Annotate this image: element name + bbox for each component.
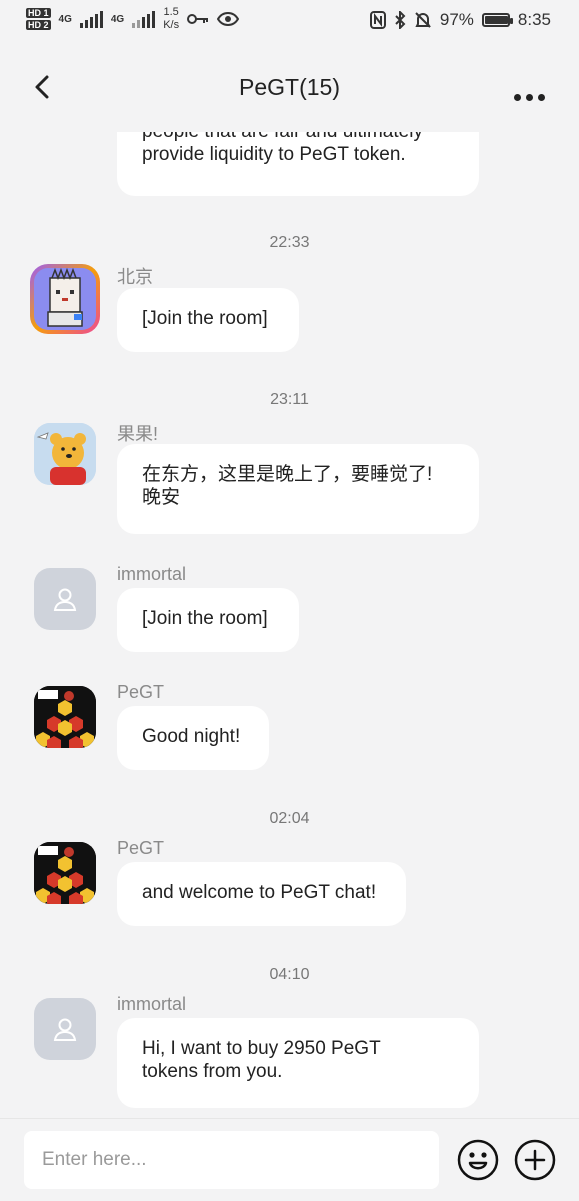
chat-header: PeGT(15) [0, 44, 579, 132]
user-icon [53, 588, 77, 611]
smiley-face-icon [457, 1139, 499, 1181]
sender-name: immortal [117, 564, 187, 584]
signal-icon [79, 10, 103, 28]
status-bar: HD 1 HD 2 4G 4G 1.5 K/s 97% 8:35 [0, 0, 579, 44]
message-bubble-partial: people that are fair and ultimately prov… [117, 132, 479, 196]
network-label-1: 4G [58, 13, 72, 25]
sender-name: PeGT [117, 838, 165, 858]
battery-percent: 97% [439, 10, 474, 29]
message-bubble[interactable]: [Join the room] [117, 288, 299, 352]
bluetooth-icon [395, 11, 406, 29]
network-speed: 1.5 K/s [163, 6, 179, 32]
pegt-avatar-icon [34, 842, 96, 904]
emoji-button[interactable] [457, 1139, 499, 1181]
nfc-icon [369, 11, 386, 29]
avatar-pegt[interactable] [34, 842, 96, 904]
avatar-guoguo[interactable] [34, 423, 96, 485]
speed-value: 1.5 [163, 6, 179, 18]
message-bubble[interactable]: Hi, I want to buy 2950 PeGT tokens from … [117, 1018, 479, 1108]
plus-circle-icon [514, 1139, 556, 1181]
bell-off-icon [415, 12, 431, 28]
avatar-immortal[interactable] [34, 998, 96, 1060]
bear-avatar-icon [34, 423, 96, 485]
hd-badges: HD 1 HD 2 [26, 8, 51, 30]
sender-name: PeGT [117, 682, 165, 702]
message-bubble[interactable]: 在东方，这里是晚上了，要睡觉了! 晚安 [117, 444, 479, 534]
timestamp: 23:11 [270, 391, 309, 408]
timestamp: 04:10 [269, 966, 310, 983]
add-attachment-button[interactable] [514, 1139, 556, 1181]
message-list[interactable]: people that are fair and ultimately prov… [0, 132, 579, 1117]
status-left: HD 1 HD 2 4G 4G 1.5 K/s [26, 6, 240, 32]
hd1-badge: HD 1 [26, 8, 51, 18]
more-dots-icon [514, 94, 521, 101]
message-input[interactable] [24, 1131, 439, 1189]
message-bubble[interactable]: and welcome to PeGT chat! [117, 862, 406, 926]
avatar-beijing[interactable] [30, 264, 100, 334]
timestamp: 02:04 [269, 810, 310, 827]
signal-icon-2 [132, 10, 156, 28]
sender-name: immortal [117, 994, 187, 1014]
hd2-badge: HD 2 [26, 20, 51, 30]
sender-name: 北京 [117, 267, 153, 287]
avatar-pegt[interactable] [34, 686, 96, 748]
chat-title: PeGT(15) [239, 74, 340, 100]
sender-name: 果果! [117, 424, 159, 444]
pegt-avatar-icon [34, 686, 96, 748]
key-icon [187, 14, 209, 24]
clock: 8:35 [517, 10, 551, 29]
more-options-button[interactable] [514, 94, 545, 101]
avatar-immortal[interactable] [34, 568, 96, 630]
message-bubble[interactable]: [Join the room] [117, 588, 299, 652]
message-bubble[interactable]: Good night! [117, 706, 269, 770]
eye-icon [217, 12, 240, 26]
user-icon [53, 1018, 77, 1041]
speed-unit: K/s [163, 19, 180, 31]
composer-bar [0, 1118, 579, 1201]
battery-icon [481, 13, 513, 27]
network-label-2: 4G [110, 13, 125, 25]
timestamp: 22:33 [269, 234, 310, 251]
status-right: 97% 8:35 [369, 10, 551, 30]
pixel-avatar-icon [34, 267, 96, 330]
